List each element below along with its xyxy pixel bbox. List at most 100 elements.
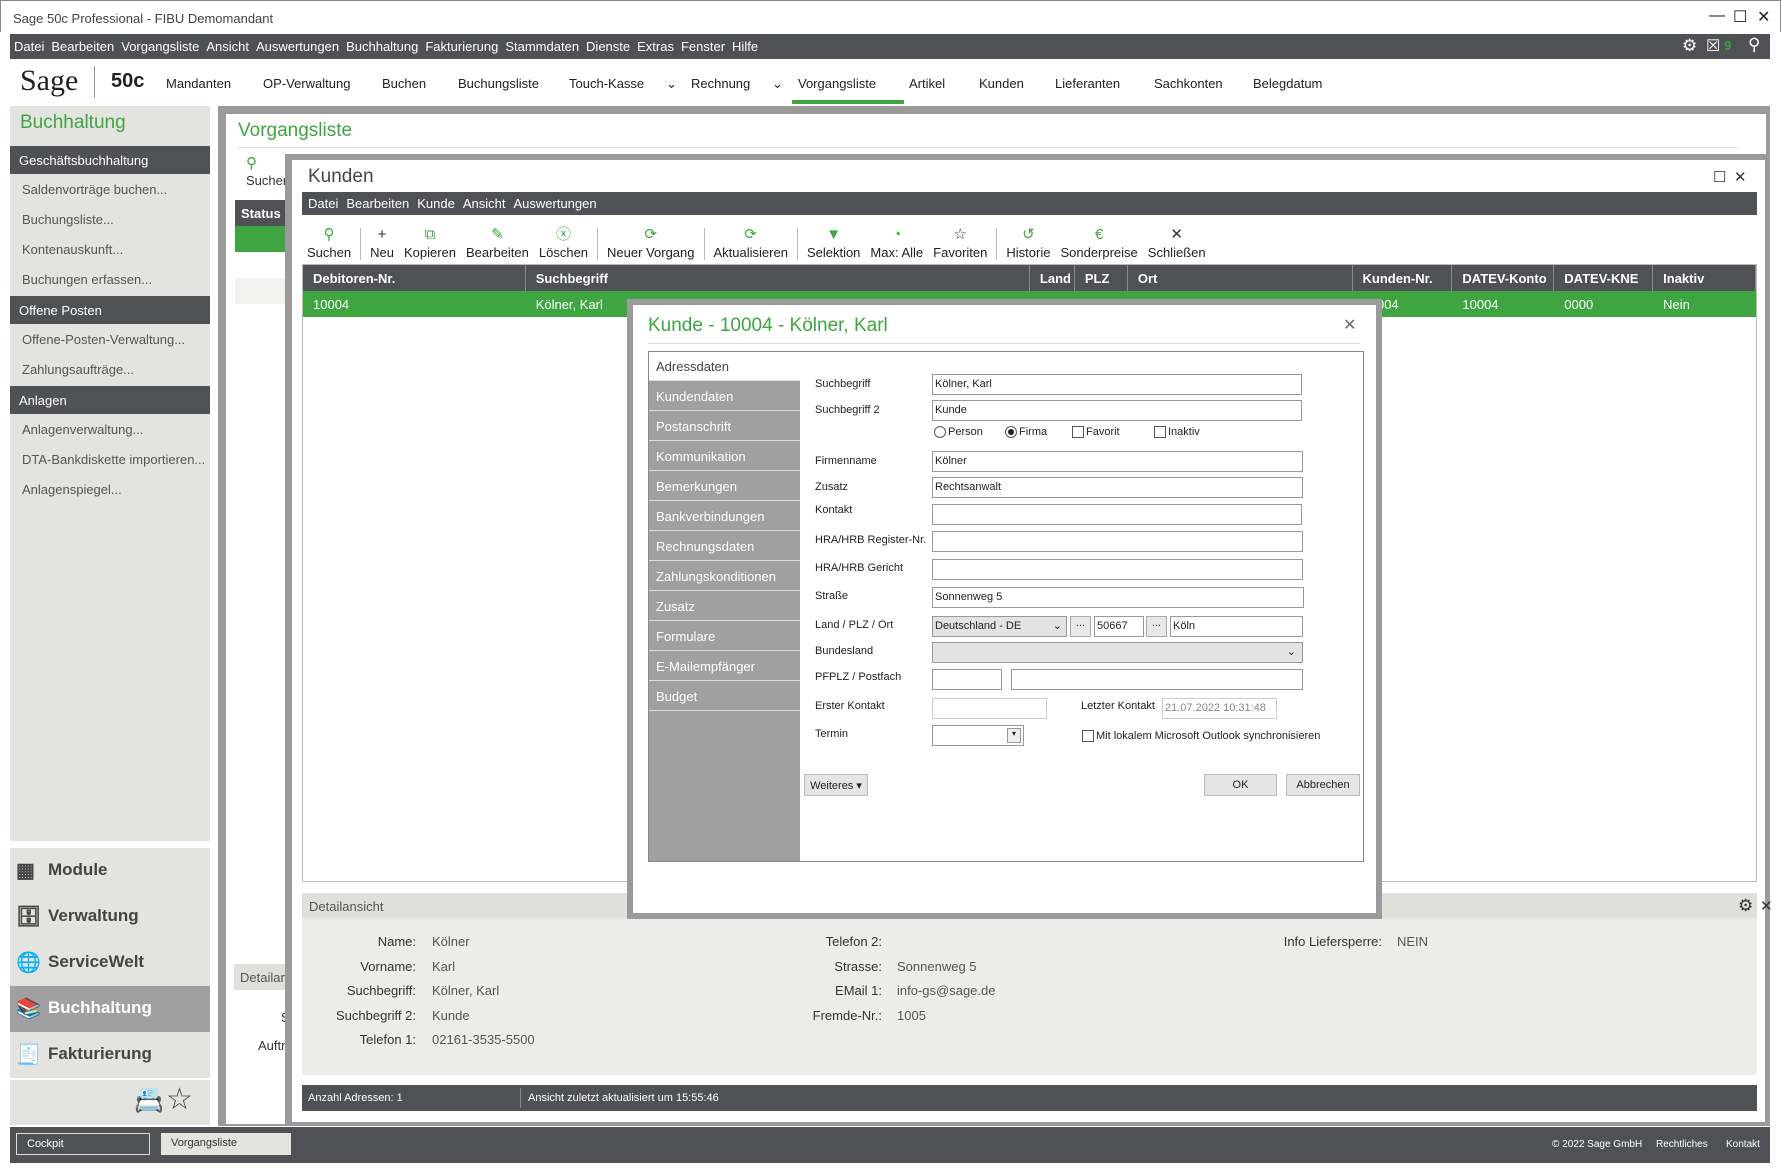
tab-bemerkungen[interactable]: Bemerkungen (649, 472, 800, 501)
sidebar-item-dta-bankdiskette-importieren[interactable]: DTA-Bankdiskette importieren... (22, 452, 205, 467)
column-header-debitoren-nr[interactable]: Debitoren-Nr. (303, 265, 526, 291)
bundesland-select[interactable]: ⌄ (932, 642, 1303, 663)
close-button[interactable]: ✕ (1757, 7, 1770, 27)
toolbar-selektion-button[interactable]: ▼ Selektion (802, 225, 865, 260)
search-icon[interactable]: ⚲ (1748, 35, 1760, 55)
toolbar-max-alle-button[interactable]: ◔ Max: Alle (865, 225, 928, 260)
favorit-checkbox[interactable] (1072, 426, 1084, 438)
detail-settings-gear-icon[interactable]: ⚙ (1738, 896, 1753, 916)
tab-kundendaten[interactable]: Kundendaten (649, 382, 800, 411)
suchbegriff2-input[interactable]: Kunde (932, 400, 1302, 421)
radio-person-indicator[interactable] (934, 426, 946, 438)
nav-sachkonten[interactable]: Sachkonten (1154, 76, 1223, 91)
radio-firma[interactable]: Firma (1005, 426, 1047, 438)
sidebar-item-kontenauskunft[interactable]: Kontenauskunft... (22, 242, 123, 257)
inaktiv-checkbox[interactable] (1154, 426, 1166, 438)
plz-input[interactable]: 50667 (1094, 616, 1144, 637)
land-lookup-button[interactable]: ... (1070, 616, 1091, 637)
tab-kommunikation[interactable]: Kommunikation (649, 442, 800, 471)
menu-dienste[interactable]: Dienste (586, 39, 630, 54)
dialog-close-icon[interactable]: ✕ (1343, 315, 1356, 335)
tab-budget[interactable]: Budget (649, 682, 800, 711)
nav-op-verwaltung[interactable]: OP-Verwaltung (263, 76, 350, 91)
menu-bearbeiten[interactable]: Bearbeiten (51, 39, 114, 54)
termin-date-picker[interactable]: ▾ (932, 725, 1024, 746)
kunden-menu-datei[interactable]: Datei (308, 196, 338, 211)
toolbar-favoriten-button[interactable]: ☆ Favoriten (928, 225, 992, 260)
outlook-sync-checkbox[interactable] (1082, 730, 1094, 742)
column-header-land[interactable]: Land (1030, 265, 1075, 291)
column-header-plz[interactable]: PLZ (1075, 265, 1128, 291)
menu-fakturierung[interactable]: Fakturierung (425, 39, 498, 54)
menu-datei[interactable]: Datei (14, 39, 44, 54)
tab-formulare[interactable]: Formulare (649, 622, 800, 651)
abbrechen-button[interactable]: Abbrechen (1286, 774, 1360, 796)
nav-rechnung[interactable]: Rechnung (691, 76, 750, 91)
firmenname-input[interactable]: Kölner (932, 451, 1303, 472)
sidebar-item-offene-posten-verwaltung[interactable]: Offene-Posten-Verwaltung... (22, 332, 185, 347)
search-icon[interactable]: ⚲ (246, 154, 257, 172)
nav-vorgangsliste[interactable]: Vorgangsliste (798, 76, 876, 91)
dropdown-arrow-icon[interactable]: ▾ (1007, 728, 1021, 743)
tab-zahlungskonditionen[interactable]: Zahlungskonditionen (649, 562, 800, 591)
column-header-kunden-nr[interactable]: Kunden-Nr. (1353, 265, 1453, 291)
module-servicewelt[interactable]: 🌐 ServiceWelt (10, 940, 210, 986)
taskbar-tab-vorgangsliste[interactable]: Vorgangsliste (161, 1133, 291, 1155)
kontakt-input[interactable] (932, 504, 1302, 525)
contacts-icon[interactable]: 📇 (134, 1086, 164, 1115)
nav-belegdatum[interactable]: Belegdatum (1253, 76, 1322, 91)
hra-gericht-input[interactable] (932, 559, 1303, 580)
toolbar-schließen-button[interactable]: ✕ Schließen (1143, 225, 1211, 260)
suchbegriff-input[interactable]: Kölner, Karl (932, 374, 1302, 395)
nav-buchen[interactable]: Buchen (382, 76, 426, 91)
tab-adressdaten[interactable]: Adressdaten (649, 352, 800, 381)
ok-button[interactable]: OK (1204, 774, 1277, 796)
toolbar-aktualisieren-button[interactable]: ⟳ Aktualisieren (709, 225, 793, 260)
close-button[interactable]: ✕ (1734, 168, 1747, 186)
kunden-menu-bearbeiten[interactable]: Bearbeiten (346, 196, 409, 211)
menu-stammdaten[interactable]: Stammdaten (505, 39, 579, 54)
kunden-menu-kunde[interactable]: Kunde (417, 196, 455, 211)
sidebar-item-buchungsliste[interactable]: Buchungsliste... (22, 212, 114, 227)
maximize-button[interactable]: ☐ (1713, 168, 1726, 186)
pfplz-input[interactable] (932, 669, 1002, 690)
menu-ansicht[interactable]: Ansicht (206, 39, 249, 54)
sidebar-item-anlagenspiegel[interactable]: Anlagenspiegel... (22, 482, 122, 497)
toolbar-neuer-vorgang-button[interactable]: ⟳ Neuer Vorgang (602, 225, 699, 260)
sidebar-item-anlagenverwaltung[interactable]: Anlagenverwaltung... (22, 422, 143, 437)
toolbar-bearbeiten-button[interactable]: ✎ Bearbeiten (461, 225, 534, 260)
outlook-sync-option[interactable]: Mit lokalem Microsoft Outlook synchronis… (1082, 730, 1320, 742)
nav-kunden[interactable]: Kunden (979, 76, 1024, 91)
tab-rechnungsdaten[interactable]: Rechnungsdaten (649, 532, 800, 561)
vl-search-button[interactable]: Suchen (246, 173, 290, 188)
minimize-button[interactable]: — (1709, 7, 1725, 25)
maximize-button[interactable]: ☐ (1733, 7, 1747, 27)
zusatz-input[interactable]: Rechtsanwalt (932, 477, 1303, 498)
nav-lieferanten[interactable]: Lieferanten (1055, 76, 1120, 91)
column-header-datev-konto[interactable]: DATEV-Konto (1452, 265, 1555, 291)
sidebar-item-buchungen-erfassen[interactable]: Buchungen erfassen... (22, 272, 152, 287)
sidebar-item-zahlungsaufträge[interactable]: Zahlungsaufträge... (22, 362, 134, 377)
menu-vorgangsliste[interactable]: Vorgangsliste (121, 39, 199, 54)
column-header-suchbegriff[interactable]: Suchbegriff (526, 265, 1030, 291)
module-module[interactable]: ▦ Module (10, 848, 210, 894)
radio-person[interactable]: Person (934, 426, 983, 438)
menu-fenster[interactable]: Fenster (681, 39, 725, 54)
weiteres-button[interactable]: Weiteres ▾ (804, 774, 868, 796)
chevron-down-icon[interactable]: ⌄ (666, 76, 677, 92)
toolbar-löschen-button[interactable]: ⓧ Löschen (534, 225, 593, 260)
column-header-inaktiv[interactable]: Inaktiv (1653, 265, 1757, 291)
module-buchhaltung[interactable]: 📚 Buchhaltung (10, 986, 210, 1032)
erster-kontakt-input[interactable] (932, 698, 1047, 719)
tab-e-mailempfänger[interactable]: E-Mailempfänger (649, 652, 800, 681)
hra-register-input[interactable] (932, 531, 1303, 552)
sidebar-item-saldenvorträge-buchen[interactable]: Saldenvorträge buchen... (22, 182, 167, 197)
link-kontakt[interactable]: Kontakt (1726, 1139, 1760, 1150)
nav-touch-kasse[interactable]: Touch-Kasse (569, 76, 644, 91)
column-header-datev-kne[interactable]: DATEV-KNE (1554, 265, 1654, 291)
letzter-kontakt-input[interactable]: 21.07.2022 10:31:48 (1162, 698, 1277, 719)
menu-auswertungen[interactable]: Auswertungen (256, 39, 339, 54)
kunden-menu-auswertungen[interactable]: Auswertungen (513, 196, 596, 211)
link-rechtliches[interactable]: Rechtliches (1656, 1139, 1708, 1150)
checkbox-inaktiv[interactable]: Inaktiv (1154, 426, 1200, 438)
